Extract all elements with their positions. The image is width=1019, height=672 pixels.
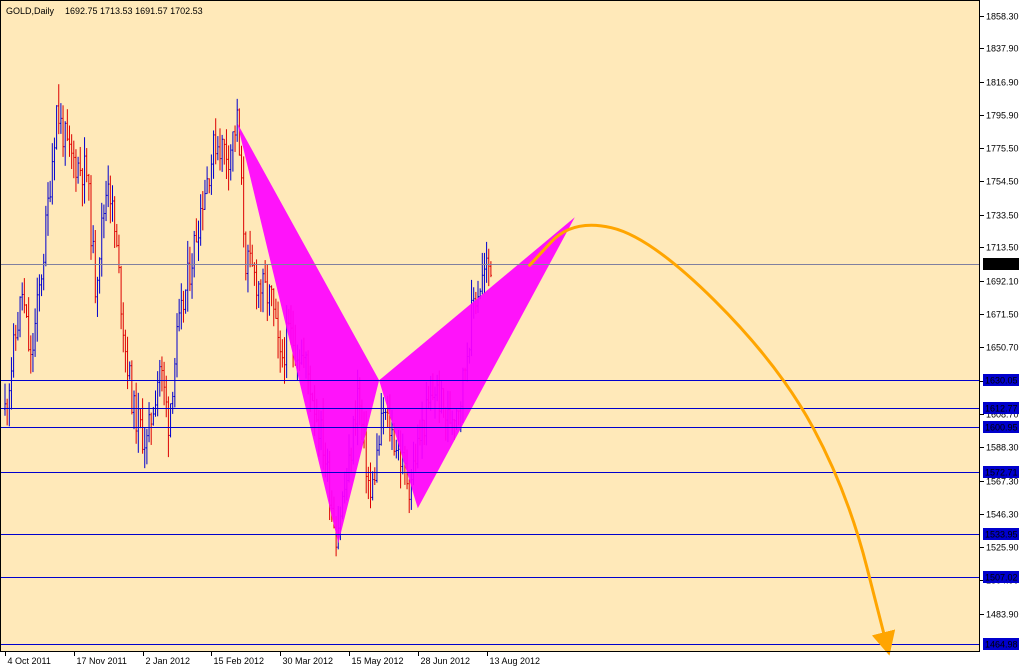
y-tick-label: 1754.50 — [986, 177, 1019, 187]
price-tag-label: 1600.95 — [985, 423, 1018, 433]
x-tick-label: 17 Nov 2011 — [77, 656, 127, 666]
x-tick-label: 4 Oct 2011 — [8, 656, 51, 666]
y-tick-label: 1795.90 — [986, 111, 1019, 121]
y-tick-label: 1671.50 — [986, 310, 1019, 320]
y-tick-label: 1775.50 — [986, 144, 1019, 154]
x-axis-ticks: 4 Oct 2011 17 Nov 2011 2 Jan 2012 15 Feb 20… — [5, 652, 541, 666]
y-tick-label: 1816.90 — [986, 78, 1019, 88]
y-tick-label: 1733.50 — [986, 211, 1019, 221]
x-tick-label: 30 Mar 2012 — [283, 656, 334, 666]
price-chart[interactable]: 1858.30 1837.90 1816.90 1795.90 1775.50 1754.… — [0, 0, 1019, 672]
y-tick-label: 1837.90 — [986, 44, 1019, 54]
y-tick-label: 1546.30 — [986, 510, 1019, 520]
y-tick-label: 1525.90 — [986, 543, 1019, 553]
x-tick-label: 15 May 2012 — [352, 656, 404, 666]
x-tick-label: 28 Jun 2012 — [421, 656, 471, 666]
price-tag-label: 1533.95 — [985, 530, 1018, 540]
x-tick-label: 13 Aug 2012 — [490, 656, 541, 666]
y-tick-label: 1650.70 — [986, 343, 1019, 353]
price-tag-label: 1702.53 — [985, 260, 1018, 270]
price-tag-label: 1612.77 — [985, 404, 1018, 414]
chart-symbol: GOLD,Daily — [6, 6, 55, 16]
x-tick-label: 15 Feb 2012 — [214, 656, 265, 666]
price-tag-label: 1507.02 — [985, 573, 1018, 583]
x-tick-label: 2 Jan 2012 — [146, 656, 191, 666]
y-tick-label: 1858.30 — [986, 12, 1019, 22]
price-tag-label: 1630.05 — [985, 376, 1018, 386]
y-tick-label: 1588.30 — [986, 443, 1019, 453]
y-tick-label: 1713.50 — [986, 243, 1019, 253]
chart-ohlc-values: 1692.75 1713.53 1691.57 1702.53 — [65, 6, 203, 16]
y-tick-label: 1483.90 — [986, 610, 1019, 620]
y-tick-label: 1692.10 — [986, 277, 1019, 287]
price-tag-label: 1572.71 — [985, 468, 1018, 478]
price-tag-label: 1464.98 — [985, 640, 1018, 650]
